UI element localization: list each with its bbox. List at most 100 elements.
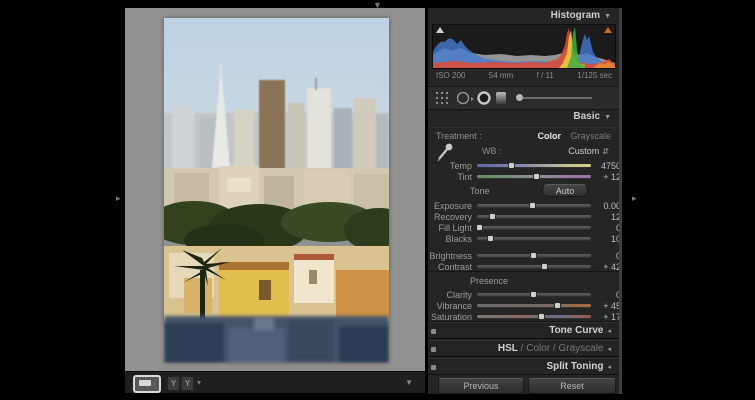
blacks-slider[interactable]: Blacks 10 (428, 233, 619, 244)
slider-value[interactable]: 4750 (591, 161, 621, 171)
slider-value[interactable]: 0 (591, 251, 621, 261)
slider-value[interactable]: + 45 (591, 301, 621, 311)
slider-value[interactable]: 0.00 (591, 201, 621, 211)
slider-label: Blacks (428, 234, 477, 244)
exif-focal-length: 54 mm (489, 70, 513, 82)
before-after-view-button[interactable]: Y Y (167, 376, 194, 391)
auto-tone-button[interactable]: Auto (542, 184, 588, 197)
adjustment-brush-tool-icon[interactable] (520, 97, 592, 99)
slider-track[interactable] (477, 233, 591, 244)
panel-title-part: / (518, 343, 526, 354)
slider-knob[interactable] (529, 202, 536, 209)
slider-knob[interactable] (489, 213, 496, 220)
basic-title: Basic (573, 111, 600, 122)
panel-title-part[interactable]: Color (526, 343, 550, 354)
highlight-clipping-icon[interactable] (604, 27, 612, 33)
fill-light-slider[interactable]: Fill Light 0 (428, 222, 619, 233)
wb-preset-dropdown[interactable]: Custom⇵ (568, 146, 609, 156)
slider-track[interactable] (477, 160, 591, 171)
slider-knob[interactable] (530, 252, 537, 259)
slider-value[interactable]: 0 (591, 223, 621, 233)
slider-value[interactable]: + 42 (591, 262, 621, 272)
panel-switch-icon[interactable] (431, 347, 436, 352)
toolbar-collapse-icon[interactable]: ▼ (405, 378, 413, 387)
recovery-slider[interactable]: Recovery 12 (428, 211, 619, 222)
panel-scrollbar[interactable] (619, 8, 622, 394)
basic-panel-header[interactable]: Basic▼ (428, 109, 619, 125)
slider-value[interactable]: 0 (591, 290, 621, 300)
slider-track-bar (477, 226, 591, 229)
slider-knob[interactable] (541, 263, 548, 270)
panel-title-part[interactable]: Grayscale (558, 343, 603, 354)
slider-track[interactable] (477, 211, 591, 222)
right-panel-collapse-icon[interactable]: ▸ (632, 194, 637, 203)
slider-track-bar (477, 237, 591, 240)
develop-footer-buttons: Previous Reset (428, 377, 619, 396)
panel-switch-icon[interactable] (431, 365, 436, 370)
slider-knob[interactable] (533, 173, 540, 180)
exif-aperture: f / 11 (537, 70, 554, 82)
previous-button[interactable]: Previous (438, 378, 524, 394)
graduated-filter-tool-icon[interactable] (495, 91, 507, 105)
panel-expand-icon: ◂ (607, 346, 611, 353)
panel-expand-icon: ◂ (607, 328, 611, 335)
treatment-color-option[interactable]: Color (538, 131, 562, 141)
panel-title-part[interactable]: HSL (498, 343, 518, 354)
slider-knob[interactable] (530, 291, 537, 298)
panel-title-part[interactable]: Tone Curve (549, 325, 603, 336)
treatment-row: Treatment : Color Grayscale (428, 127, 619, 143)
tone-curve-panel-header[interactable]: Tone Curve ◂ (428, 322, 619, 339)
split-toning-panel-header[interactable]: Split Toning◂ (428, 358, 619, 375)
red-eye-tool-icon[interactable] (477, 91, 491, 105)
left-panel-collapse-icon[interactable]: ▸ (116, 194, 121, 203)
slider-label: Recovery (428, 212, 477, 222)
temp-slider[interactable]: Temp4750 (428, 160, 619, 171)
tint-slider[interactable]: Tint + 12 (428, 171, 619, 182)
reset-button[interactable]: Reset (528, 378, 616, 394)
crop-tool-icon[interactable] (435, 91, 449, 105)
slider-value[interactable]: + 17 (591, 312, 621, 322)
slider-value[interactable]: 12 (591, 212, 621, 222)
slider-knob[interactable] (508, 162, 515, 169)
shadow-clipping-icon[interactable] (436, 27, 444, 33)
exif-iso: ISO 200 (436, 70, 465, 82)
slider-track[interactable] (477, 289, 591, 300)
photo-san-francisco[interactable] (164, 18, 389, 363)
hsl-panel-header[interactable]: HSL / Color / Grayscale◂ (428, 340, 619, 357)
slider-label: Fill Light (428, 223, 477, 233)
slider-value[interactable]: + 12 (591, 172, 621, 182)
slider-knob[interactable] (538, 313, 545, 320)
loupe-view-button[interactable] (133, 375, 161, 393)
vibrance-slider[interactable]: Vibrance+ 45 (428, 300, 619, 311)
slider-track[interactable] (477, 300, 591, 311)
image-preview-area (125, 8, 425, 371)
tool-strip (428, 86, 619, 110)
treatment-grayscale-option[interactable]: Grayscale (570, 131, 611, 141)
slider-label: Clarity (428, 290, 477, 300)
slider-knob[interactable] (487, 235, 494, 242)
slider-label: Tint (428, 172, 477, 182)
slider-track[interactable] (477, 250, 591, 261)
histogram-chart[interactable] (432, 24, 616, 69)
adjustment-brush-knob[interactable] (516, 94, 523, 101)
exposure-slider[interactable]: Exposure0.00 (428, 200, 619, 211)
slider-knob[interactable] (476, 224, 483, 231)
slider-track[interactable] (477, 171, 591, 182)
spot-removal-tool-icon[interactable] (456, 91, 474, 105)
panel-switch-icon[interactable] (431, 329, 436, 334)
slider-track[interactable] (477, 222, 591, 233)
white-balance-eyedropper-icon[interactable] (436, 142, 454, 162)
slider-value[interactable]: 10 (591, 234, 621, 244)
clarity-slider[interactable]: Clarity 0 (428, 289, 619, 300)
slider-label: Saturation (428, 312, 477, 322)
slider-knob[interactable] (554, 302, 561, 309)
histogram-panel-header[interactable]: Histogram▼ (428, 8, 619, 24)
brightness-slider[interactable]: Brightness0 (428, 250, 619, 261)
view-options-dropdown-icon[interactable]: ▾ (197, 378, 201, 387)
treatment-label: Treatment : (436, 131, 482, 141)
slider-track[interactable] (477, 200, 591, 211)
wb-label: WB : (482, 146, 502, 156)
panel-title-part[interactable]: Split Toning (546, 361, 603, 372)
tone-label: Tone (470, 186, 490, 196)
compare-left-icon: Y (167, 376, 180, 391)
